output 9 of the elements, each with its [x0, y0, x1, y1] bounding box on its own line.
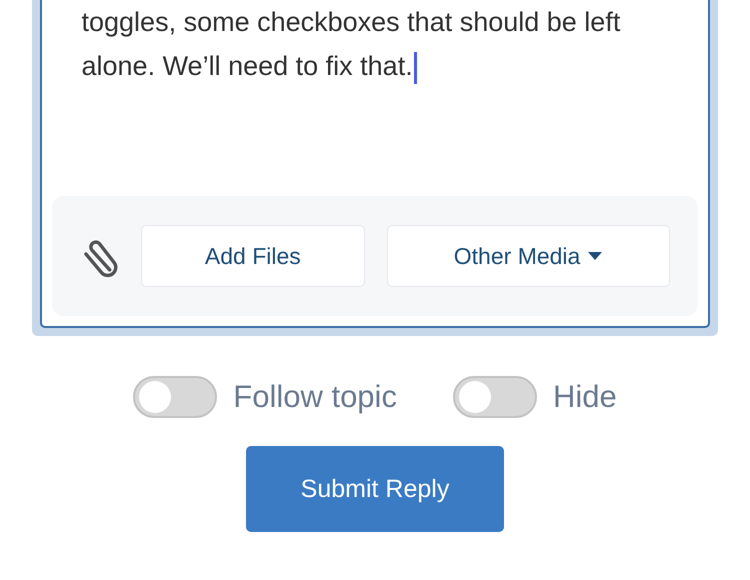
toggle-label: Hide [552, 379, 617, 415]
toggle-switch[interactable] [133, 376, 218, 418]
submit-button[interactable]: Submit Reply [246, 446, 504, 532]
message-field[interactable]: toggles, some checkboxes that should be left alone. We’ll need to fix that. [52, 0, 652, 196]
add-files-button[interactable]: Add Files [141, 225, 365, 287]
media-dropdown[interactable]: Other Media [386, 225, 670, 287]
toggle-switch[interactable] [452, 376, 537, 418]
caret-icon [588, 252, 602, 260]
toggle-label: Follow topic [233, 379, 397, 415]
